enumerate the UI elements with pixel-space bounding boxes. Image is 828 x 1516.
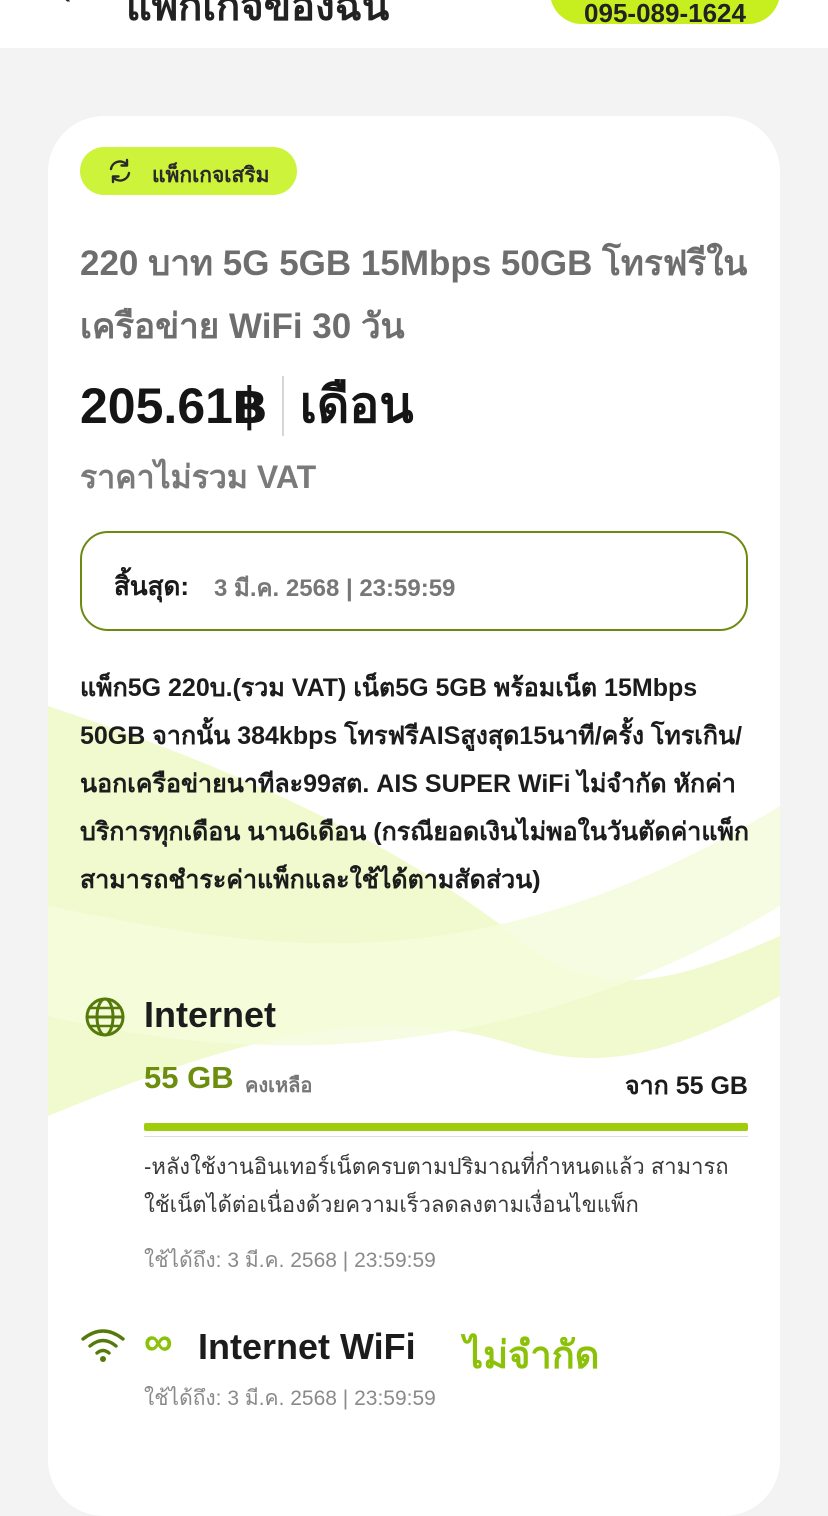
package-card: แพ็กเกจเสริม 220 บาท 5G 5GB 15Mbps 50GB … (48, 116, 780, 1516)
wifi-label: Internet WiFi (198, 1326, 416, 1367)
back-arrow-icon[interactable]: ‹ (60, 0, 90, 10)
wifi-unlimited: ไม่จำกัด (464, 1335, 600, 1377)
addon-package-chip: แพ็กเกจเสริม (80, 147, 297, 195)
divider (144, 1136, 748, 1137)
infinity-icon: ∞ (144, 1320, 173, 1364)
expiry-box: สิ้นสุด: 3 มี.ค. 2568 | 23:59:59 (80, 531, 748, 631)
wifi-icon (81, 1329, 125, 1362)
internet-label: Internet (144, 994, 277, 1035)
price-value: 205.61฿ (80, 377, 268, 434)
internet-quota-row: 55 GB คงเหลือ จาก 55 GB (144, 1060, 748, 1100)
package-description: แพ็ก5G 220บ.(รวม VAT) เน็ต5G 5GB พร้อมเน… (80, 674, 750, 894)
expiry-value: 3 มี.ค. 2568 | 23:59:59 (214, 575, 456, 602)
price-period: เดือน (299, 377, 414, 433)
vat-note: ราคาไม่รวม VAT (80, 459, 317, 495)
remaining-data: 55 GB (144, 1060, 234, 1095)
wifi-valid-until: ใช้ได้ถึง: 3 มี.ค. 2568 | 23:59:59 (144, 1387, 436, 1410)
expiry-label: สิ้นสุด: (114, 571, 190, 601)
data-progress-fill (144, 1123, 748, 1131)
globe-icon (85, 997, 125, 1037)
data-progress-bar (144, 1123, 748, 1131)
top-app-bar: ‹ แพ็กเกจของฉัน 095-089-1624 (0, 0, 828, 48)
price-separator (281, 375, 284, 436)
remaining-label: คงเหลือ (245, 1075, 313, 1097)
internet-note: -หลังใช้งานอินเทอร์เน็ตครบตามปริมาณที่กำ… (144, 1154, 729, 1217)
refresh-icon (109, 158, 131, 184)
internet-valid-until: ใช้ได้ถึง: 3 มี.ค. 2568 | 23:59:59 (144, 1249, 436, 1272)
total-data: จาก 55 GB (624, 1072, 748, 1100)
plan-title: 220 บาท 5G 5GB 15Mbps 50GB โทรฟรีในเครือ… (80, 244, 748, 346)
price-row: 205.61฿ เดือน (80, 366, 414, 436)
chip-label: แพ็กเกจเสริม (152, 164, 270, 187)
page-title: แพ็กเกจของฉัน (126, 0, 390, 29)
phone-number-pill[interactable]: 095-089-1624 (550, 0, 780, 24)
